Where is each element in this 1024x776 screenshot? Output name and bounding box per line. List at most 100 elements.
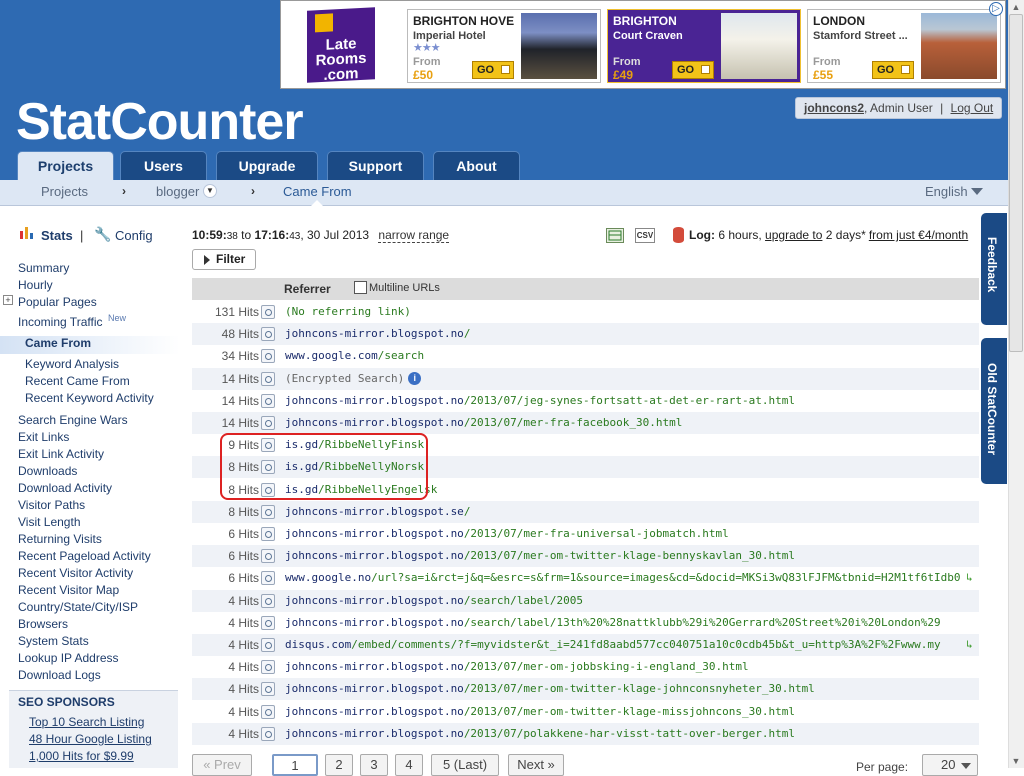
ad-item-london[interactable]: LONDON Stamford Street ... From £55 GO	[807, 9, 1001, 83]
next-button[interactable]: Next »	[508, 754, 564, 776]
referrer-link[interactable]: johncons-mirror.blogspot.no/2013/07/mer-…	[285, 523, 965, 545]
magnifier-icon[interactable]	[261, 571, 275, 586]
external-link-icon[interactable]: ↳	[966, 572, 978, 584]
tab-users[interactable]: Users	[120, 151, 207, 180]
magnifier-icon[interactable]	[261, 504, 275, 519]
magnifier-icon[interactable]	[261, 549, 275, 564]
go-button[interactable]: GO	[472, 61, 514, 79]
caret-down-icon[interactable]	[971, 188, 983, 195]
sponsor-link[interactable]: Top 10 Search Listing	[29, 715, 144, 729]
tab-support[interactable]: Support	[327, 151, 424, 180]
referrer-link[interactable]: www.google.com/search	[285, 345, 965, 367]
magnifier-icon[interactable]	[261, 682, 275, 697]
sidebar-item-returning-visits[interactable]: Returning Visits	[18, 532, 102, 546]
referrer-link[interactable]: johncons-mirror.blogspot.no/search/label…	[285, 590, 965, 612]
statcounter-logo[interactable]: StatCounter	[16, 92, 304, 152]
page-3-button[interactable]: 3	[360, 754, 388, 776]
magnifier-icon[interactable]	[261, 393, 275, 408]
magnifier-icon[interactable]	[261, 726, 275, 741]
narrow-range-link[interactable]: narrow range	[378, 228, 450, 243]
stats-link[interactable]: Stats	[41, 228, 73, 243]
username-link[interactable]: johncons2	[804, 101, 864, 115]
referrer-link[interactable]: www.google.no/url?sa=i&rct=j&q=&esrc=s&f…	[285, 567, 965, 589]
referrer-link[interactable]: (Encrypted Search) i	[285, 368, 965, 390]
referrer-link[interactable]: johncons-mirror.blogspot.se/	[285, 501, 965, 523]
tab-about[interactable]: About	[433, 151, 520, 180]
sidebar-item-download-logs[interactable]: Download Logs	[18, 668, 101, 682]
go-button[interactable]: GO	[872, 61, 914, 79]
referrer-link[interactable]: johncons-mirror.blogspot.no/2013/07/mer-…	[285, 656, 965, 678]
price-link[interactable]: from just €4/month	[869, 228, 968, 242]
sidebar-item-downloads[interactable]: Downloads	[18, 464, 77, 478]
scrollbar-thumb[interactable]	[1009, 14, 1023, 352]
sidebar-item-recent-keyword-activity[interactable]: Recent Keyword Activity	[25, 391, 154, 405]
sidebar-item-keyword-analysis[interactable]: Keyword Analysis	[25, 357, 119, 371]
upgrade-link[interactable]: upgrade to	[765, 228, 822, 242]
project-dropdown[interactable]: blogger	[156, 184, 199, 199]
expand-icon[interactable]: +	[3, 295, 13, 305]
page-4-button[interactable]: 4	[395, 754, 423, 776]
page-last-button[interactable]: 5 (Last)	[431, 754, 499, 776]
sponsor-link[interactable]: 1,000 Hits for $9.99	[29, 749, 134, 763]
multiline-checkbox[interactable]	[354, 281, 367, 294]
ad-banner[interactable]: Late Rooms .com BRIGHTON HOVE Imperial H…	[280, 0, 1006, 89]
sponsor-link[interactable]: 48 Hour Google Listing	[29, 732, 152, 746]
magnifier-icon[interactable]	[261, 349, 275, 364]
sidebar-item-lookup-ip-address[interactable]: Lookup IP Address	[18, 651, 119, 665]
ad-item-brighton-hove[interactable]: BRIGHTON HOVE Imperial Hotel ★★★ From £5…	[407, 9, 601, 83]
sidebar-item-incoming-traffic[interactable]: Incoming Traffic	[18, 315, 102, 329]
sidebar-item-popular-pages[interactable]: Popular Pages	[18, 295, 97, 309]
page-1-button[interactable]: 1	[272, 754, 318, 776]
referrer-link[interactable]: johncons-mirror.blogspot.no/2013/07/mer-…	[285, 545, 965, 567]
external-link-icon[interactable]: ↳	[966, 639, 978, 651]
tab-upgrade[interactable]: Upgrade	[216, 151, 318, 180]
prev-button[interactable]: « Prev	[192, 754, 252, 776]
magnifier-icon[interactable]	[261, 371, 275, 386]
magnifier-icon[interactable]	[261, 638, 275, 652]
sidebar-item-exit-link-activity[interactable]: Exit Link Activity	[18, 447, 104, 461]
excel-export-icon[interactable]	[606, 228, 624, 243]
sidebar-item-summary[interactable]: Summary	[18, 261, 69, 275]
old-statcounter-tab[interactable]: Old StatCounter	[981, 338, 1007, 484]
referrer-link[interactable]: johncons-mirror.blogspot.no/2013/07/mer-…	[285, 678, 965, 700]
breadcrumb-projects[interactable]: Projects	[41, 184, 88, 199]
sidebar-item-browsers[interactable]: Browsers	[18, 617, 68, 631]
config-link[interactable]: Config	[115, 228, 153, 243]
referrer-link[interactable]: johncons-mirror.blogspot.no/search/label…	[285, 612, 965, 634]
filter-button[interactable]: Filter	[192, 249, 256, 270]
ad-item-brighton[interactable]: BRIGHTON Court Craven From £49 GO	[607, 9, 801, 83]
logout-link[interactable]: Log Out	[951, 101, 994, 115]
magnifier-icon[interactable]	[261, 593, 275, 608]
sidebar-item-system-stats[interactable]: System Stats	[18, 634, 89, 648]
magnifier-icon[interactable]	[261, 660, 275, 675]
magnifier-icon[interactable]	[261, 704, 275, 719]
magnifier-icon[interactable]	[261, 615, 275, 630]
referrer-link[interactable]: johncons-mirror.blogspot.no/2013/07/jeg-…	[285, 390, 965, 412]
feedback-tab[interactable]: Feedback	[981, 213, 1007, 325]
referrer-link[interactable]: (No referring link)	[285, 301, 965, 323]
referrer-link[interactable]: johncons-mirror.blogspot.no/2013/07/mer-…	[285, 412, 965, 434]
sidebar-item-recent-visitor-activity[interactable]: Recent Visitor Activity	[18, 566, 133, 580]
magnifier-icon[interactable]	[261, 305, 275, 319]
page-2-button[interactable]: 2	[325, 754, 353, 776]
sidebar-item-hourly[interactable]: Hourly	[18, 278, 53, 292]
chevron-down-icon[interactable]: ▼	[203, 184, 217, 198]
go-button[interactable]: GO	[672, 61, 714, 79]
sidebar-item-recent-pageload-activity[interactable]: Recent Pageload Activity	[18, 549, 151, 563]
sidebar-item-came-from[interactable]: Came From	[0, 336, 180, 354]
magnifier-icon[interactable]	[261, 527, 275, 541]
sidebar-item-download-activity[interactable]: Download Activity	[18, 481, 112, 495]
sidebar-item-search-engine-wars[interactable]: Search Engine Wars	[18, 413, 128, 427]
sidebar-item-country-state-city-isp[interactable]: Country/State/City/ISP	[18, 600, 138, 614]
referrer-link[interactable]: johncons-mirror.blogspot.no/2013/07/mer-…	[285, 701, 965, 723]
magnifier-icon[interactable]	[261, 327, 275, 342]
referrer-link[interactable]: disqus.com/embed/comments/?f=myvidster&t…	[285, 634, 965, 656]
info-icon[interactable]: i	[408, 372, 422, 386]
per-page-select[interactable]: 20	[922, 754, 978, 776]
sidebar-item-exit-links[interactable]: Exit Links	[18, 430, 69, 444]
sidebar-item-visit-length[interactable]: Visit Length	[18, 515, 81, 529]
laterooms-logo[interactable]: Late Rooms .com	[307, 7, 375, 84]
magnifier-icon[interactable]	[261, 416, 275, 430]
sidebar-item-recent-came-from[interactable]: Recent Came From	[25, 374, 130, 388]
language-select[interactable]: English	[925, 184, 968, 199]
